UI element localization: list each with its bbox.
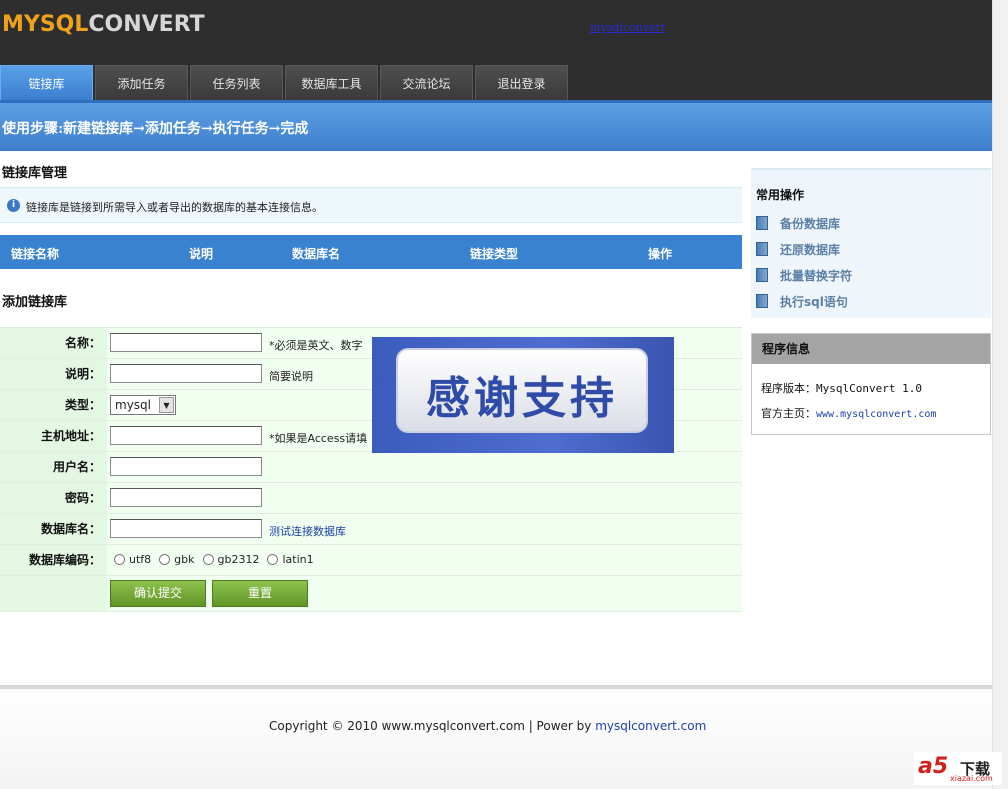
- reset-button[interactable]: 重置: [212, 580, 308, 607]
- logo-part-convert: CONVERT: [88, 12, 205, 37]
- col-db-name: 数据库名: [292, 247, 341, 261]
- type-select-value: mysql: [115, 398, 151, 412]
- watermark-logo: a5 下载 xiazai.com: [914, 752, 1002, 785]
- form-row-dbname: 数据库名： 测试连接数据库: [0, 514, 742, 545]
- notice-text: 链接库是链接到所需导入或者导出的数据库的基本连接信息。: [26, 201, 323, 214]
- book-icon: [756, 268, 768, 282]
- book-icon: [756, 216, 768, 230]
- sidebar-item-sql[interactable]: 执行sql语句: [756, 293, 848, 309]
- steps-text: 使用步骤:新建链接库→添加任务→执行任务→完成: [2, 121, 309, 137]
- common-actions-panel: 常用操作 备份数据库 还原数据库 批量替换字符 执行sql语句: [751, 168, 991, 318]
- radio-icon[interactable]: [114, 554, 125, 565]
- encoding-option-gbk[interactable]: gbk: [159, 553, 195, 566]
- form-row-password: 密码：: [0, 483, 742, 514]
- top-header: MYSQLCONVERT mysqlconvert 链接库 添加任务 任务列表 …: [0, 0, 992, 100]
- host-input[interactable]: [110, 426, 262, 445]
- tab-add-task[interactable]: 添加任务: [95, 65, 188, 100]
- book-icon: [756, 242, 768, 256]
- tab-db-tools[interactable]: 数据库工具: [285, 65, 378, 100]
- host-hint: *如果是Access请填: [269, 432, 368, 445]
- homepage-line: 官方主页：www.mysqlconvert.com: [761, 407, 937, 420]
- thanks-banner: 感谢支持: [372, 337, 674, 453]
- type-label: 类型：: [0, 390, 107, 420]
- dbname-label: 数据库名：: [0, 514, 107, 544]
- version-line: 程序版本：MysqlConvert 1.0: [761, 382, 922, 395]
- thanks-banner-plate: 感谢支持: [396, 348, 648, 433]
- links-table-header: 链接名称 说明 数据库名 链接类型 操作: [0, 235, 742, 269]
- form-row-user: 用户名：: [0, 452, 742, 483]
- sidebar-item-backup[interactable]: 备份数据库: [756, 215, 840, 231]
- encoding-option-gb2312[interactable]: gb2312: [202, 553, 259, 566]
- logo: MYSQLCONVERT: [2, 12, 205, 37]
- radio-icon[interactable]: [159, 554, 171, 565]
- main-nav: 链接库 添加任务 任务列表 数据库工具 交流论坛 退出登录: [0, 65, 570, 100]
- vertical-scrollbar[interactable]: [992, 0, 1008, 789]
- tab-forum[interactable]: 交流论坛: [380, 65, 473, 100]
- name-label: 名称：: [0, 328, 107, 358]
- form-row-buttons: 确认提交 重置: [0, 576, 742, 612]
- add-link-title: 添加链接库: [2, 295, 68, 310]
- top-site-link[interactable]: mysqlconvert: [590, 21, 665, 34]
- host-label: 主机地址：: [0, 421, 107, 451]
- footer: Copyright © 2010 www.mysqlconvert.com | …: [0, 689, 992, 789]
- encoding-label: 数据库编码：: [0, 545, 107, 575]
- buttons-label-cell: [0, 576, 107, 611]
- program-info-title: 程序信息: [752, 334, 990, 364]
- thanks-banner-text: 感谢支持: [426, 373, 618, 424]
- manage-title: 链接库管理: [2, 166, 68, 181]
- footer-power-link[interactable]: mysqlconvert.com: [595, 719, 706, 733]
- sidebar-item-replace[interactable]: 批量替换字符: [756, 267, 852, 283]
- form-row-encoding: 数据库编码： utf8 gbk gb2312 latin1: [0, 545, 742, 576]
- password-input[interactable]: [110, 488, 262, 507]
- name-hint: *必须是英文、数字: [269, 339, 363, 352]
- type-select[interactable]: mysql ▼: [110, 395, 176, 415]
- test-connection-link[interactable]: 测试连接数据库: [269, 523, 346, 539]
- tab-links[interactable]: 链接库: [0, 65, 93, 100]
- info-notice: i 链接库是链接到所需导入或者导出的数据库的基本连接信息。: [0, 187, 742, 223]
- tab-logout[interactable]: 退出登录: [475, 65, 568, 100]
- book-icon: [756, 294, 768, 308]
- footer-copyright: Copyright © 2010 www.mysqlconvert.com | …: [269, 719, 707, 733]
- col-actions: 操作: [648, 247, 673, 261]
- chevron-down-icon[interactable]: ▼: [159, 397, 174, 413]
- common-actions-title: 常用操作: [756, 188, 805, 202]
- encoding-option-utf8[interactable]: utf8: [114, 553, 151, 566]
- steps-bar: 使用步骤:新建链接库→添加任务→执行任务→完成: [0, 100, 992, 151]
- password-label: 密码：: [0, 483, 107, 513]
- program-info-panel: 程序信息 程序版本：MysqlConvert 1.0 官方主页：www.mysq…: [751, 333, 991, 435]
- desc-hint: 简要说明: [269, 370, 313, 383]
- logo-part-mysql: MYSQL: [2, 12, 89, 37]
- dbname-input[interactable]: [110, 519, 262, 538]
- user-label: 用户名：: [0, 452, 107, 482]
- col-link-name: 链接名称: [11, 247, 60, 261]
- user-input[interactable]: [110, 457, 262, 476]
- encoding-radio-group: utf8 gbk gb2312 latin1: [114, 553, 322, 566]
- homepage-link[interactable]: www.mysqlconvert.com: [816, 409, 936, 420]
- sidebar-item-restore[interactable]: 还原数据库: [756, 241, 840, 257]
- radio-icon[interactable]: [202, 554, 214, 565]
- name-input[interactable]: [110, 333, 262, 352]
- col-description: 说明: [189, 247, 214, 261]
- info-icon: i: [7, 199, 20, 212]
- col-link-type: 链接类型: [470, 247, 519, 261]
- radio-icon[interactable]: [267, 554, 279, 565]
- encoding-option-latin1[interactable]: latin1: [267, 553, 314, 566]
- submit-button[interactable]: 确认提交: [110, 580, 206, 607]
- desc-label: 说明：: [0, 359, 107, 389]
- desc-input[interactable]: [110, 364, 262, 383]
- tab-task-list[interactable]: 任务列表: [190, 65, 283, 100]
